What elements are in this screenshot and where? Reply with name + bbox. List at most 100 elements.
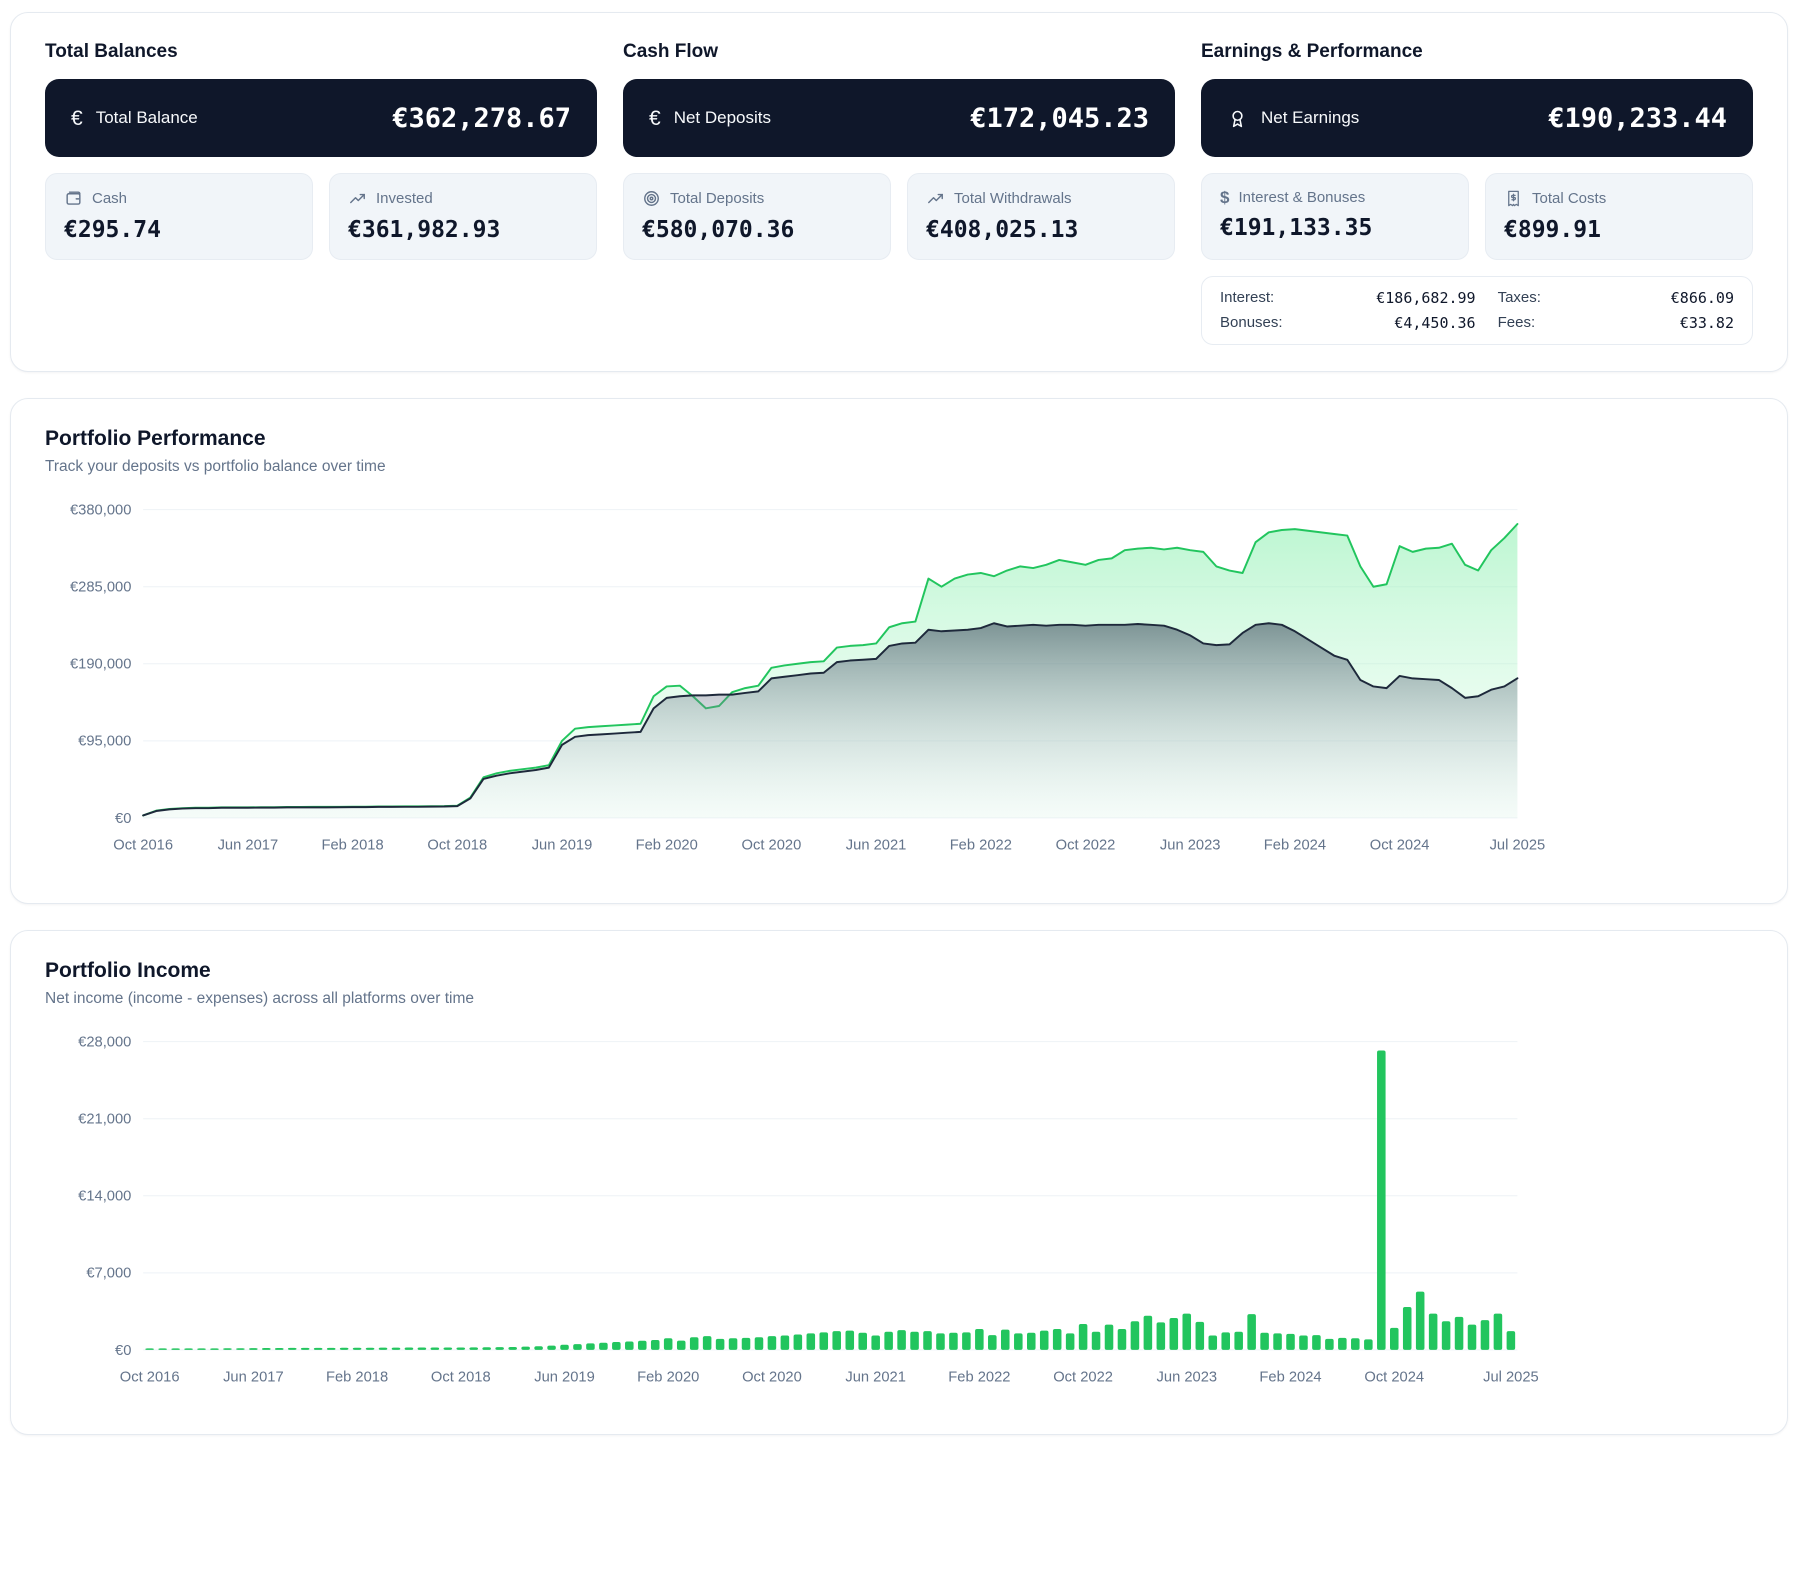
income-bar[interactable] [716, 1339, 725, 1350]
income-bar[interactable] [1182, 1313, 1191, 1349]
income-bar[interactable] [755, 1337, 764, 1350]
income-bar[interactable] [431, 1347, 440, 1349]
income-bar[interactable] [560, 1344, 569, 1349]
income-bar[interactable] [1234, 1331, 1243, 1349]
income-bar[interactable] [651, 1340, 660, 1350]
income-bar[interactable] [145, 1348, 154, 1350]
income-bar[interactable] [1260, 1332, 1269, 1349]
income-bar[interactable] [249, 1348, 258, 1350]
income-bar[interactable] [495, 1347, 504, 1350]
income-bar[interactable] [392, 1347, 401, 1349]
income-bar[interactable] [327, 1347, 336, 1349]
income-bar[interactable] [1312, 1335, 1321, 1350]
income-bar[interactable] [936, 1333, 945, 1349]
income-bar[interactable] [858, 1332, 867, 1349]
income-bar[interactable] [1221, 1332, 1230, 1350]
income-bar[interactable] [625, 1341, 634, 1349]
income-bar[interactable] [262, 1348, 271, 1350]
income-bar[interactable] [1040, 1330, 1049, 1349]
income-bar[interactable] [1364, 1339, 1373, 1350]
income-bar[interactable] [1014, 1333, 1023, 1349]
income-bar[interactable] [690, 1337, 699, 1350]
income-bar[interactable] [1468, 1324, 1477, 1349]
income-bar[interactable] [1403, 1307, 1412, 1350]
income-bar[interactable] [1377, 1050, 1386, 1349]
income-bar[interactable] [171, 1348, 180, 1350]
income-bar[interactable] [366, 1347, 375, 1349]
income-bar[interactable] [275, 1348, 284, 1350]
income-bar[interactable] [1325, 1339, 1334, 1350]
income-bar[interactable] [1105, 1324, 1114, 1349]
income-bar[interactable] [781, 1335, 790, 1349]
income-bar[interactable] [418, 1347, 427, 1349]
income-bar[interactable] [456, 1347, 465, 1349]
income-bar[interactable] [1079, 1324, 1088, 1350]
income-bar[interactable] [158, 1348, 167, 1350]
income-bar[interactable] [819, 1332, 828, 1350]
income-bar[interactable] [534, 1346, 543, 1350]
income-bar[interactable] [768, 1336, 777, 1350]
income-bar[interactable] [1481, 1320, 1490, 1350]
income-bar[interactable] [1066, 1333, 1075, 1349]
income-bar[interactable] [1494, 1313, 1503, 1349]
income-bar[interactable] [301, 1348, 310, 1350]
income-bar[interactable] [573, 1344, 582, 1350]
income-bar[interactable] [1092, 1331, 1101, 1349]
income-bar[interactable] [1338, 1337, 1347, 1349]
income-bar[interactable] [521, 1346, 530, 1349]
income-bar[interactable] [832, 1331, 841, 1350]
income-chart[interactable]: €0€7,000€14,000€21,000€28,000Oct 2016Jun… [45, 1024, 1753, 1417]
income-bar[interactable] [703, 1336, 712, 1350]
income-bar[interactable] [197, 1348, 206, 1350]
performance-chart[interactable]: €0€95,000€190,000€285,000€380,000Oct 201… [45, 492, 1753, 885]
income-bar[interactable] [444, 1347, 453, 1349]
income-bar[interactable] [884, 1331, 893, 1349]
income-bar[interactable] [586, 1343, 595, 1349]
income-bar[interactable] [314, 1347, 323, 1349]
income-bar[interactable] [1286, 1334, 1295, 1350]
income-bar[interactable] [1170, 1318, 1179, 1350]
income-bar[interactable] [184, 1348, 193, 1350]
income-bar[interactable] [210, 1348, 219, 1350]
income-bar[interactable] [1390, 1328, 1399, 1350]
income-bar[interactable] [807, 1333, 816, 1349]
income-bar[interactable] [1507, 1331, 1516, 1350]
income-bar[interactable] [599, 1342, 608, 1349]
income-bar[interactable] [1131, 1321, 1140, 1350]
income-bar[interactable] [794, 1334, 803, 1349]
income-bar[interactable] [638, 1340, 647, 1349]
income-bar[interactable] [340, 1347, 349, 1349]
income-bar[interactable] [1455, 1317, 1464, 1350]
income-bar[interactable] [975, 1329, 984, 1350]
income-bar[interactable] [664, 1338, 673, 1350]
income-bar[interactable] [353, 1347, 362, 1349]
income-bar[interactable] [1144, 1315, 1153, 1349]
income-bar[interactable] [729, 1338, 738, 1350]
income-bar[interactable] [923, 1331, 932, 1350]
income-bar[interactable] [910, 1331, 919, 1349]
income-bar[interactable] [508, 1347, 517, 1350]
income-bar[interactable] [1053, 1329, 1062, 1350]
income-bar[interactable] [482, 1347, 491, 1350]
income-bar[interactable] [677, 1340, 686, 1349]
income-bar[interactable] [962, 1332, 971, 1350]
income-bar[interactable] [949, 1332, 958, 1349]
income-bar[interactable] [223, 1348, 232, 1350]
income-bar[interactable] [1442, 1321, 1451, 1350]
income-bar[interactable] [1157, 1322, 1166, 1349]
income-bar[interactable] [1208, 1335, 1217, 1349]
income-bar[interactable] [897, 1330, 906, 1350]
income-bar[interactable] [379, 1347, 388, 1349]
income-bar[interactable] [871, 1335, 880, 1349]
income-bar[interactable] [846, 1330, 855, 1349]
income-bar[interactable] [612, 1342, 621, 1350]
income-bar[interactable] [1027, 1332, 1036, 1349]
income-bar[interactable] [1299, 1335, 1308, 1349]
income-bar[interactable] [1196, 1321, 1205, 1349]
income-bar[interactable] [405, 1347, 414, 1349]
income-bar[interactable] [1118, 1329, 1127, 1350]
income-bar[interactable] [236, 1348, 245, 1350]
income-bar[interactable] [1429, 1313, 1438, 1349]
income-bar[interactable] [1247, 1314, 1256, 1350]
income-bar[interactable] [742, 1337, 751, 1349]
